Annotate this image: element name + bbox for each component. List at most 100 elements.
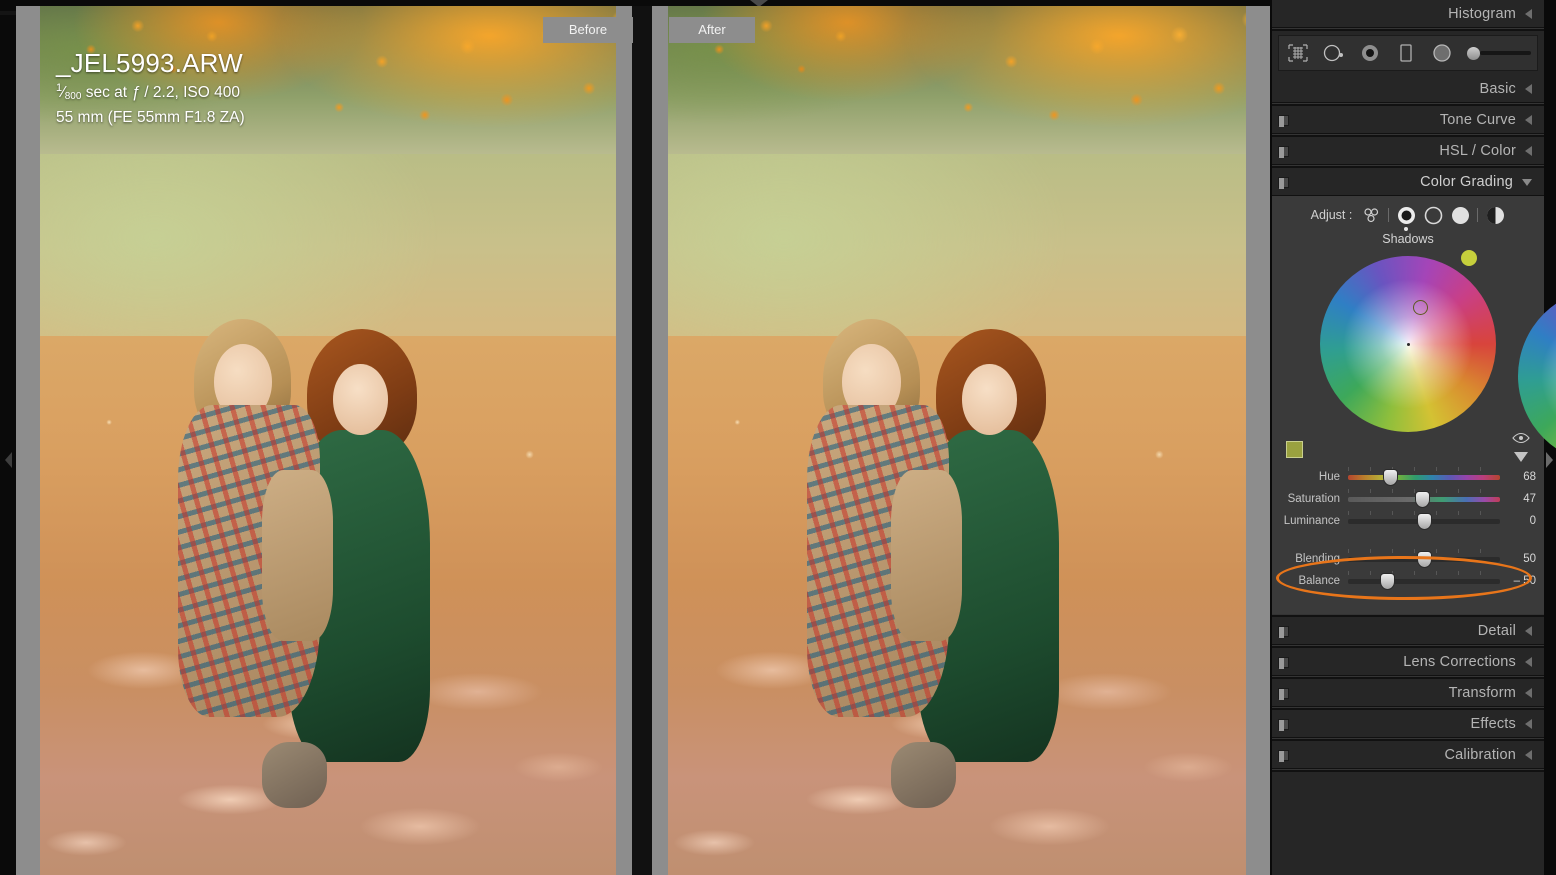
color-grading-body: Adjust : Shadows Hue 68 Saturation 47 Lu… xyxy=(1272,196,1556,614)
panel-header-lens-corrections[interactable]: Lens Corrections xyxy=(1272,648,1544,676)
panel-header-color-grading[interactable]: Color Grading xyxy=(1272,168,1544,196)
panel-header-histogram[interactable]: Histogram xyxy=(1272,0,1544,28)
slider-control[interactable] xyxy=(1348,549,1500,567)
slider-track[interactable] xyxy=(1348,578,1500,584)
pane-divider xyxy=(632,6,652,875)
tool-amount-slider[interactable] xyxy=(1467,46,1531,60)
chevron-left-icon xyxy=(4,452,12,468)
slider-knob[interactable] xyxy=(1384,469,1398,485)
slider-knob[interactable] xyxy=(1415,491,1429,507)
panel-title-calibration: Calibration xyxy=(1444,746,1516,763)
after-image-pane[interactable] xyxy=(668,6,1246,875)
panel-switch-icon[interactable] xyxy=(1278,115,1289,127)
shadows-icon[interactable] xyxy=(1396,205,1416,231)
masking-rect-icon[interactable] xyxy=(1393,40,1419,66)
slider-value: 68 xyxy=(1523,471,1536,483)
wheel-marker-ring[interactable] xyxy=(1413,300,1428,315)
after-label: After xyxy=(669,17,755,43)
panel-header-calibration[interactable]: Calibration xyxy=(1272,741,1544,769)
panel-switch-icon[interactable] xyxy=(1278,626,1289,638)
shadows-color-swatch[interactable] xyxy=(1286,441,1303,458)
slider-knob[interactable] xyxy=(1417,551,1431,567)
panel-header-transform[interactable]: Transform xyxy=(1272,679,1544,707)
midtones-icon[interactable] xyxy=(1423,205,1443,225)
expand-triangle-icon[interactable] xyxy=(1514,452,1528,462)
slider-label: Saturation xyxy=(1287,493,1340,505)
chevron-right-icon xyxy=(1545,452,1553,468)
blending-balance-group[interactable]: Blending 50 Balance – 50 xyxy=(1272,548,1544,600)
wheel-controls[interactable] xyxy=(1512,431,1530,462)
wheel-center-dot xyxy=(1406,342,1410,346)
chevron-left-icon xyxy=(1525,749,1532,760)
panel-title-color-grading: Color Grading xyxy=(1420,173,1513,190)
slider-row-hue[interactable]: Hue 68 xyxy=(1272,466,1544,488)
panel-switch-icon[interactable] xyxy=(1278,657,1289,669)
crop-overlay-icon[interactable] xyxy=(1285,40,1311,66)
develop-tool-strip[interactable] xyxy=(1278,35,1538,71)
color-grading-sliders[interactable]: Hue 68 Saturation 47 Luminance 0 Blendin… xyxy=(1272,464,1544,600)
image-viewer[interactable]: Before After _JEL5993.ARW 1⁄800 sec at ƒ… xyxy=(16,6,1270,875)
panel-switch-icon[interactable] xyxy=(1278,177,1289,189)
slider-row-saturation[interactable]: Saturation 47 xyxy=(1272,488,1544,510)
slider-value: 47 xyxy=(1523,493,1536,505)
shadows-color-wheel[interactable] xyxy=(1320,256,1496,432)
before-image-pane[interactable] xyxy=(40,6,616,875)
slider-ticks xyxy=(1348,467,1500,471)
tool-slider-track[interactable] xyxy=(1480,51,1531,55)
color-wheel-title: Shadows xyxy=(1382,232,1434,246)
slider-label: Balance xyxy=(1298,575,1340,587)
before-label: Before xyxy=(543,17,633,43)
panel-header-basic[interactable]: Basic xyxy=(1272,75,1544,103)
slider-control[interactable] xyxy=(1348,489,1500,507)
slider-row-blending[interactable]: Blending 50 xyxy=(1272,548,1544,570)
slider-row-luminance[interactable]: Luminance 0 xyxy=(1272,510,1544,532)
panel-header-effects[interactable]: Effects xyxy=(1272,710,1544,738)
slider-row-balance[interactable]: Balance – 50 xyxy=(1272,570,1544,592)
slider-ticks xyxy=(1348,571,1500,575)
panel-title-tone-curve: Tone Curve xyxy=(1439,111,1516,128)
radial-filter-icon[interactable] xyxy=(1429,40,1455,66)
slider-knob[interactable] xyxy=(1417,513,1431,529)
slider-control[interactable] xyxy=(1348,467,1500,485)
slider-label: Hue xyxy=(1318,471,1340,483)
global-icon[interactable] xyxy=(1485,205,1505,225)
left-panel-toggle[interactable] xyxy=(1,448,15,472)
balance-highlight-wrap: Balance – 50 xyxy=(1272,556,1544,600)
panel-header-tone-curve[interactable]: Tone Curve xyxy=(1272,106,1544,134)
tool-slider-knob[interactable] xyxy=(1467,46,1480,60)
spot-removal-icon[interactable] xyxy=(1321,40,1347,66)
panel-switch-icon[interactable] xyxy=(1278,750,1289,762)
slider-value: – 50 xyxy=(1513,575,1536,587)
panel-header-hsl-color[interactable]: HSL / Color xyxy=(1272,137,1544,165)
highlights-icon[interactable] xyxy=(1450,205,1470,225)
after-photo xyxy=(668,6,1246,875)
slider-control[interactable] xyxy=(1348,571,1500,589)
slider-knob[interactable] xyxy=(1381,573,1395,589)
eye-icon[interactable] xyxy=(1512,431,1530,449)
panel-switch-icon[interactable] xyxy=(1278,719,1289,731)
panel-switch-icon[interactable] xyxy=(1278,688,1289,700)
panel-title-lens-corrections: Lens Corrections xyxy=(1403,653,1516,670)
chevron-left-icon xyxy=(1525,718,1532,729)
panel-title-effects: Effects xyxy=(1470,715,1516,732)
all-wheels-icon[interactable] xyxy=(1361,205,1381,225)
chevron-left-icon xyxy=(1525,8,1532,19)
chevron-left-icon xyxy=(1525,145,1532,156)
panel-header-detail[interactable]: Detail xyxy=(1272,617,1544,645)
wheel-handle[interactable] xyxy=(1461,250,1477,266)
slider-track[interactable] xyxy=(1348,474,1500,480)
panel-switch-icon[interactable] xyxy=(1278,146,1289,158)
lightroom-develop-window: Before After _JEL5993.ARW 1⁄800 sec at ƒ… xyxy=(0,0,1556,875)
adjust-mode-row[interactable]: Adjust : xyxy=(1272,202,1544,231)
red-eye-icon[interactable] xyxy=(1357,40,1383,66)
chevron-left-icon xyxy=(1525,656,1532,667)
chevron-down-icon xyxy=(1522,179,1532,186)
slider-control[interactable] xyxy=(1348,511,1500,529)
slider-value: 50 xyxy=(1523,553,1536,565)
right-panel-toggle[interactable] xyxy=(1542,448,1556,472)
right-develop-panel: Histogram Basic Tone Curve HSL / Color C… xyxy=(1272,0,1556,875)
slider-value: 0 xyxy=(1529,515,1536,527)
slider-label: Luminance xyxy=(1283,515,1340,527)
adjust-label: Adjust : xyxy=(1310,208,1353,222)
color-wheel-area[interactable] xyxy=(1272,250,1556,464)
